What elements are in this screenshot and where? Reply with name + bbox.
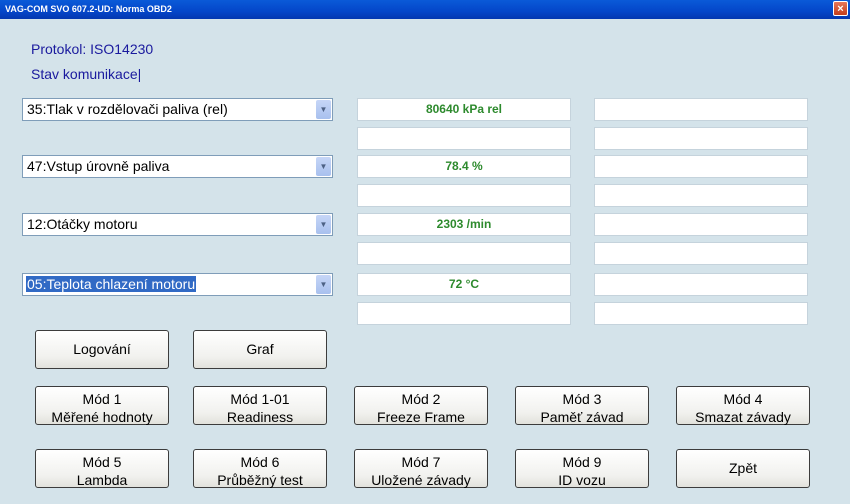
mode-7-button[interactable]: Mód 7 Uložené závady: [354, 449, 488, 488]
mode-2-button[interactable]: Mód 2 Freeze Frame: [354, 386, 488, 425]
channel-extra-value: [594, 155, 808, 178]
channel-secondary-value: [357, 242, 571, 265]
button-sublabel: Měřené hodnoty: [51, 409, 153, 425]
button-label: Mód 4: [723, 391, 763, 407]
communication-status: Stav komunikace|: [31, 66, 142, 82]
channel-value-3: 2303 /min: [357, 213, 571, 236]
channel-value-4: 72 °C: [357, 273, 571, 296]
button-label: Graf: [246, 341, 274, 357]
mode-5-button[interactable]: Mód 5 Lambda: [35, 449, 169, 488]
button-sublabel: Smazat závady: [695, 409, 791, 425]
channel-select-4[interactable]: 05:Teplota chlazení motoru ▼: [22, 273, 333, 296]
back-button[interactable]: Zpět: [676, 449, 810, 488]
channel-value-2: 78.4 %: [357, 155, 571, 178]
button-label: Logování: [73, 341, 131, 357]
button-label: Mód 9: [562, 454, 602, 470]
button-sublabel: Paměť závad: [540, 409, 624, 425]
channel-value-1: 80640 kPa rel: [357, 98, 571, 121]
button-label: Mód 7: [401, 454, 441, 470]
mode-9-button[interactable]: Mód 9 ID vozu: [515, 449, 649, 488]
channel-select-3[interactable]: 12:Otáčky motoru ▼: [22, 213, 333, 236]
logging-button[interactable]: Logování: [35, 330, 169, 369]
button-label: Mód 1: [82, 391, 122, 407]
button-sublabel: Freeze Frame: [377, 409, 465, 425]
channel-secondary-extra: [594, 302, 808, 325]
close-icon: ×: [837, 3, 844, 15]
button-sublabel: Readiness: [226, 409, 294, 425]
channel-secondary-extra: [594, 242, 808, 265]
channel-select-1[interactable]: 35:Tlak v rozdělovači paliva (rel) ▼: [22, 98, 333, 121]
channel-extra-value: [594, 98, 808, 121]
channel-select-2[interactable]: 47:Vstup úrovně paliva ▼: [22, 155, 333, 178]
channel-extra-value: [594, 273, 808, 296]
channel-secondary-extra: [594, 127, 808, 150]
mode-4-button[interactable]: Mód 4 Smazat závady: [676, 386, 810, 425]
main-panel: Protokol: ISO14230 Stav komunikace| 35:T…: [3, 19, 847, 504]
channel-select-label: 05:Teplota chlazení motoru: [26, 276, 197, 292]
channel-secondary-value: [357, 127, 571, 150]
channel-secondary-value: [357, 302, 571, 325]
mode-6-button[interactable]: Mód 6 Průběžný test: [193, 449, 327, 488]
channel-select-label: 47:Vstup úrovně paliva: [27, 158, 170, 174]
button-label: Mód 3: [562, 391, 602, 407]
chevron-down-icon[interactable]: ▼: [316, 275, 331, 294]
mode-1-button[interactable]: Mód 1 Měřené hodnoty: [35, 386, 169, 425]
button-sublabel: Průběžný test: [217, 472, 303, 488]
button-label: Mód 5: [82, 454, 122, 470]
mode-3-button[interactable]: Mód 3 Paměť závad: [515, 386, 649, 425]
chevron-down-icon[interactable]: ▼: [316, 100, 331, 119]
close-button[interactable]: ×: [833, 1, 848, 16]
channel-secondary-extra: [594, 184, 808, 207]
button-label: Zpět: [728, 460, 757, 476]
channel-extra-value: [594, 213, 808, 236]
channel-select-label: 12:Otáčky motoru: [27, 216, 138, 232]
title-bar: VAG-COM SVO 607.2-UD: Norma OBD2 ×: [0, 0, 850, 19]
button-label: Mód 6: [240, 454, 280, 470]
window-title: VAG-COM SVO 607.2-UD: Norma OBD2: [5, 4, 172, 14]
chevron-down-icon[interactable]: ▼: [316, 157, 331, 176]
channel-secondary-value: [357, 184, 571, 207]
chevron-down-icon[interactable]: ▼: [316, 215, 331, 234]
mode-1-01-button[interactable]: Mód 1-01 Readiness: [193, 386, 327, 425]
button-sublabel: Uložené závady: [371, 472, 471, 488]
channel-select-label: 35:Tlak v rozdělovači paliva (rel): [27, 101, 228, 117]
button-sublabel: ID vozu: [558, 472, 606, 488]
protocol-label: Protokol: ISO14230: [31, 41, 154, 57]
button-label: Mód 2: [401, 391, 441, 407]
graph-button[interactable]: Graf: [193, 330, 327, 369]
button-sublabel: Lambda: [76, 472, 128, 488]
button-label: Mód 1-01: [230, 391, 290, 407]
